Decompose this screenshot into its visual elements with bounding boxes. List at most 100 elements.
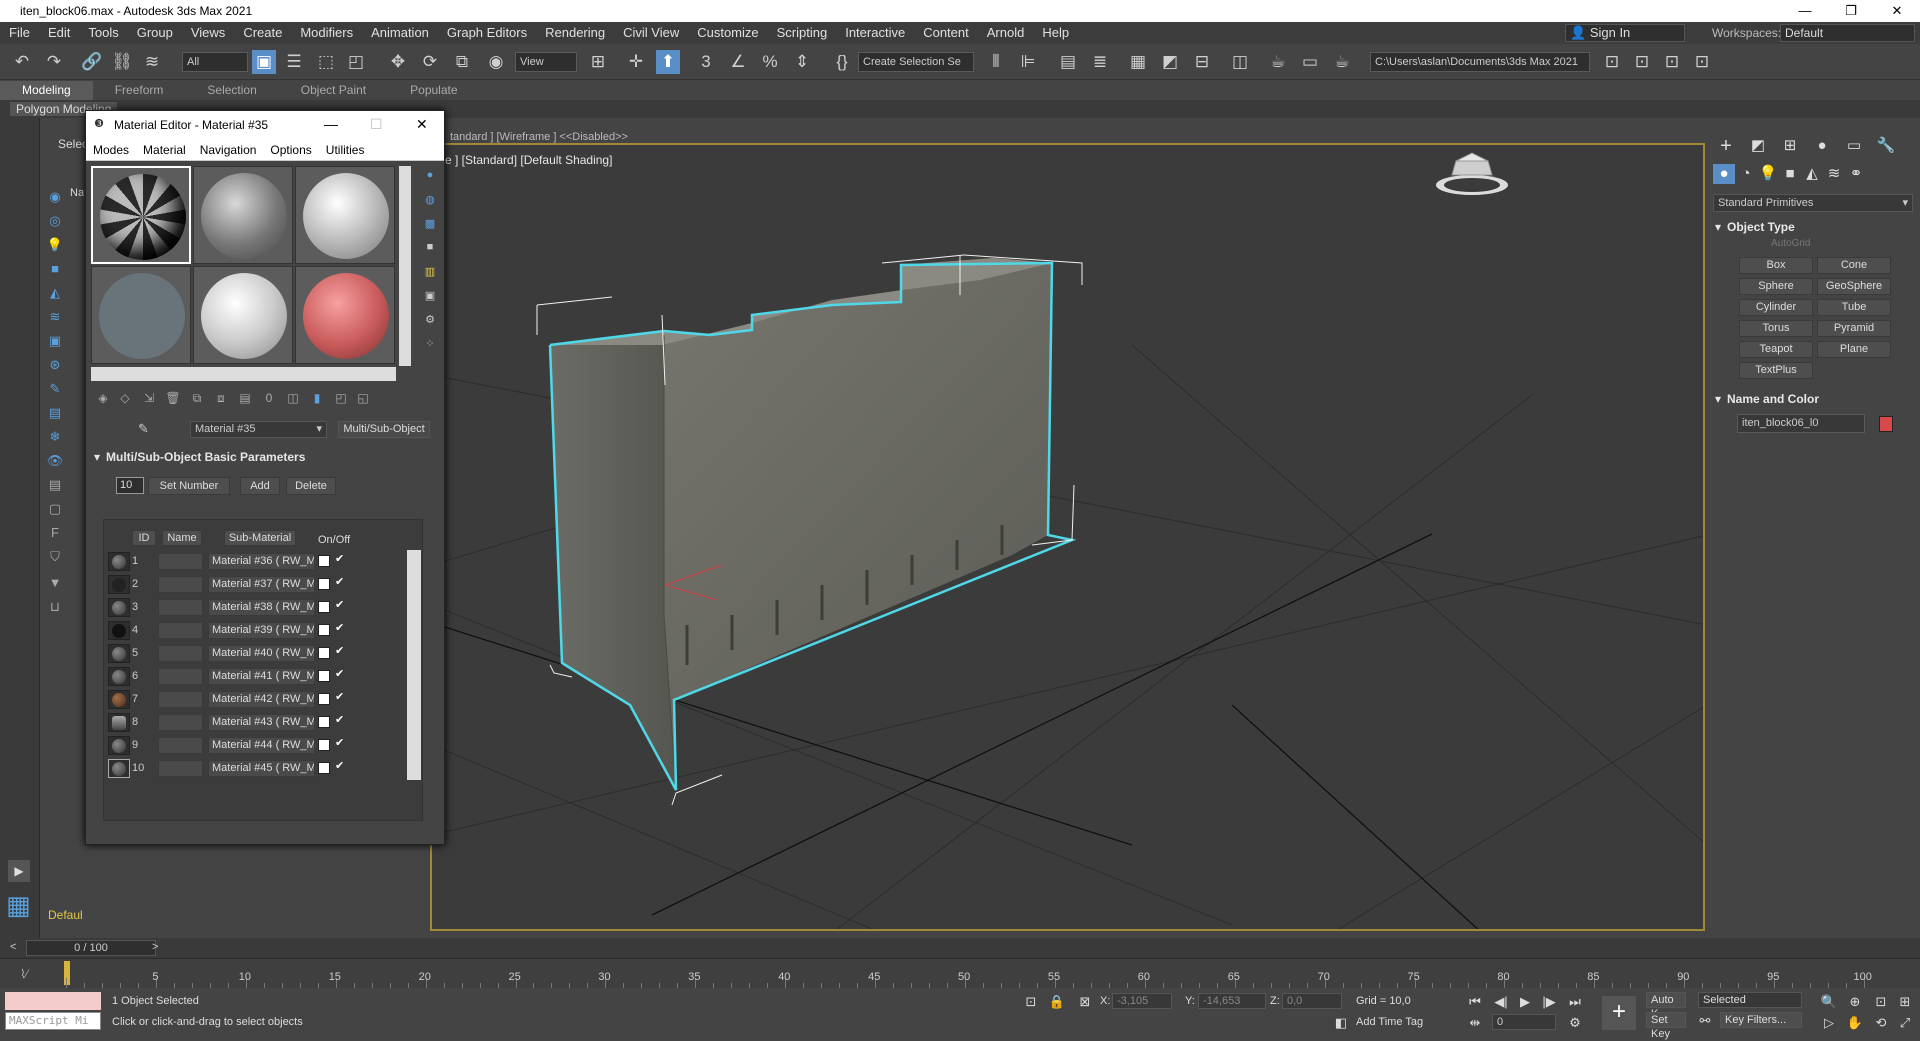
tube-button[interactable]: Tube (1817, 299, 1891, 316)
menu-views[interactable]: Views (182, 22, 234, 44)
motion-tab-icon[interactable]: ● (1811, 136, 1833, 156)
goto-start-icon[interactable]: ⏮ (1466, 993, 1484, 1011)
move-icon[interactable]: ✥ (386, 50, 410, 74)
z-coordinate-field[interactable]: 0,0 (1282, 993, 1342, 1009)
onoff-checkbox[interactable]: ✔ (335, 575, 347, 589)
row-name-field[interactable] (158, 691, 203, 708)
display-all-icon[interactable]: ▤ (46, 476, 64, 494)
sample-slot-3[interactable] (295, 166, 395, 264)
align-icon[interactable]: ⊫ (1016, 50, 1040, 74)
sub-material-button[interactable]: Material #38 ( RW_Mtl ) (208, 599, 315, 616)
sub-material-button[interactable]: Material #37 ( RW_Mtl ) (208, 576, 315, 593)
rotate-icon[interactable]: ⟳ (418, 50, 442, 74)
teapot-button[interactable]: Teapot (1739, 341, 1813, 358)
scene-explorer-icon[interactable]: ▤ (1056, 50, 1080, 74)
color-swatch[interactable] (318, 578, 330, 590)
rect-selection-icon[interactable]: ⬚ (314, 50, 338, 74)
set-key-button[interactable]: Set Key (1646, 1012, 1686, 1040)
ribbon-tab-modeling[interactable]: Modeling (0, 81, 93, 100)
workspace-dropdown[interactable]: Default (1780, 24, 1915, 42)
reference-coordinate-dropdown[interactable]: View (515, 52, 577, 72)
time-slider[interactable]: 0 / 100 (26, 940, 156, 956)
sub-material-button[interactable]: Material #42 ( RW_Mtl ) (208, 691, 315, 708)
backlight-icon[interactable]: ◍ (422, 193, 438, 209)
snaps-toggle-icon[interactable]: 3 (694, 50, 718, 74)
create-tab-icon[interactable]: + (1715, 136, 1737, 156)
redo-icon[interactable]: ↷ (42, 50, 66, 74)
onoff-checkbox[interactable]: ✔ (335, 759, 347, 773)
render-setup-icon[interactable]: ☕ (1266, 50, 1290, 74)
menu-create[interactable]: Create (234, 22, 291, 44)
project-settings-icon[interactable]: ⊡ (1690, 50, 1714, 74)
menu-group[interactable]: Group (128, 22, 182, 44)
hidden-viewport-label[interactable]: tandard ] [Wireframe ] <<Disabled>> (450, 131, 628, 143)
ribbon-tab-freeform[interactable]: Freeform (93, 81, 186, 100)
onoff-checkbox[interactable]: ✔ (335, 621, 347, 635)
project-path-dropdown[interactable]: C:\Users\aslan\Documents\3ds Max 2021 (1370, 52, 1590, 72)
onoff-checkbox[interactable]: ✔ (335, 667, 347, 681)
cylinder-button[interactable]: Cylinder (1739, 299, 1813, 316)
play-animation-icon[interactable]: ▶ (1516, 993, 1534, 1011)
multi-sub-object-rollout[interactable]: ▾ Multi/Sub-Object Basic Parameters (92, 448, 437, 466)
minimize-button[interactable]: — (1782, 0, 1828, 22)
cone-button[interactable]: Cone (1817, 257, 1891, 274)
sample-type-icon[interactable]: ● (422, 169, 438, 185)
set-project-icon[interactable]: ⊡ (1660, 50, 1684, 74)
color-swatch[interactable] (318, 601, 330, 613)
viewport-scene[interactable] (432, 145, 1705, 931)
close-button[interactable]: ✕ (1874, 0, 1920, 22)
row-name-field[interactable] (158, 553, 203, 570)
menu-content[interactable]: Content (914, 22, 978, 44)
field-of-view-icon[interactable]: ▷ (1820, 1014, 1838, 1032)
sample-slot-1[interactable] (91, 166, 191, 264)
display-frozen-icon[interactable]: ❄ (46, 428, 64, 446)
id-column-header[interactable]: ID (132, 530, 156, 546)
project-folder-icon[interactable]: ⊡ (1600, 50, 1624, 74)
ribbon-toggle-icon[interactable]: ▦ (1126, 50, 1150, 74)
ribbon-tab-populate[interactable]: Populate (388, 81, 479, 100)
display-geometry-icon[interactable]: ◎ (46, 212, 64, 230)
perspective-viewport[interactable] (430, 143, 1705, 931)
hierarchy-tab-icon[interactable]: ⊞ (1779, 136, 1801, 156)
autogrid-checkbox[interactable]: AutoGrid (1771, 238, 1810, 249)
me-close-button[interactable]: ✕ (416, 116, 428, 133)
menu-arnold[interactable]: Arnold (978, 22, 1034, 44)
row-name-field[interactable] (158, 760, 203, 777)
unlink-icon[interactable]: ⛓ (110, 50, 134, 74)
ribbon-tab-selection[interactable]: Selection (185, 81, 278, 100)
sphere-button[interactable]: Sphere (1739, 278, 1813, 295)
display-children-icon[interactable]: F (46, 524, 64, 542)
display-invert-icon[interactable]: ▢ (46, 500, 64, 518)
pivot-center-icon[interactable]: ⊞ (586, 50, 610, 74)
shapes-icon[interactable]: ◔ (1735, 164, 1757, 184)
sub-material-swatch[interactable] (108, 667, 130, 686)
get-material-icon[interactable]: ◈ (94, 389, 112, 407)
play-icon[interactable]: ▶ (8, 860, 30, 882)
named-selection-dropdown[interactable]: Create Selection Se (858, 52, 974, 72)
put-to-scene-icon[interactable]: ◇ (116, 389, 134, 407)
make-preview-icon[interactable]: ▣ (422, 289, 438, 305)
sub-material-swatch[interactable] (108, 759, 130, 778)
isolate-selection-icon[interactable]: ⊡ (1022, 993, 1040, 1011)
sub-material-swatch[interactable] (108, 552, 130, 571)
edit-named-selection-icon[interactable]: {} (830, 50, 854, 74)
maximize-button[interactable]: ❐ (1828, 0, 1874, 22)
show-end-result-icon[interactable]: ▮ (308, 389, 326, 407)
go-to-parent-icon[interactable]: ◰ (332, 389, 350, 407)
sample-slot-2[interactable] (193, 166, 293, 264)
me-menu-material[interactable]: Material (136, 139, 193, 160)
mirror-icon[interactable]: ⫴ (984, 50, 1008, 74)
menu-customize[interactable]: Customize (688, 22, 767, 44)
sub-material-button[interactable]: Material #39 ( RW_Mtl ) (208, 622, 315, 639)
menu-modifiers[interactable]: Modifiers (291, 22, 362, 44)
me-menu-modes[interactable]: Modes (86, 139, 136, 160)
options-icon[interactable]: ⚙ (422, 313, 438, 329)
keyboard-shortcut-override-icon[interactable]: ⬆ (656, 50, 680, 74)
window-crossing-icon[interactable]: ◰ (344, 50, 368, 74)
display-spacewarps-icon[interactable]: ≋ (46, 308, 64, 326)
display-bones-icon[interactable]: ✎ (46, 380, 64, 398)
time-marker[interactable] (64, 961, 70, 985)
onoff-checkbox[interactable]: ✔ (335, 713, 347, 727)
space-warps-icon[interactable]: ≋ (1823, 164, 1845, 184)
make-copy-icon[interactable]: ⧉ (188, 389, 206, 407)
